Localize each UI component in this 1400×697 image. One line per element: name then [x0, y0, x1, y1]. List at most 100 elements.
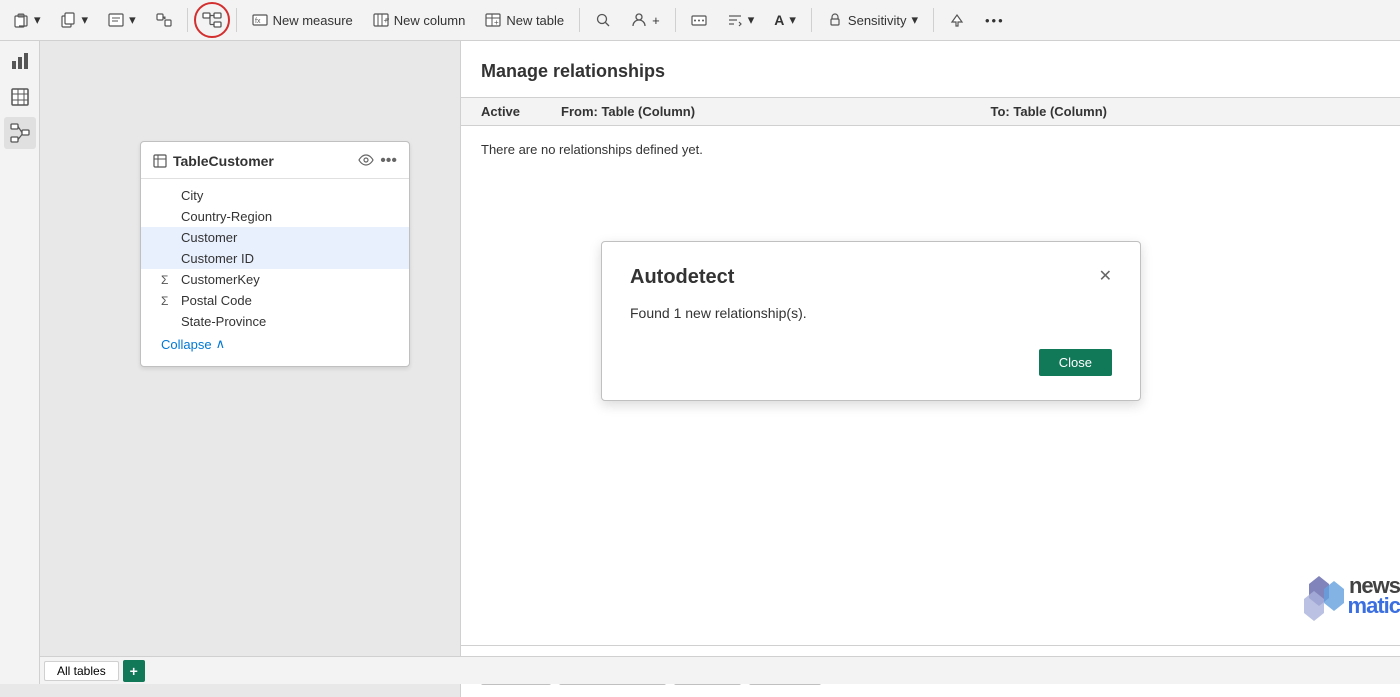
search-user-icon [595, 12, 611, 28]
eye-icon [358, 154, 374, 166]
relationships-button[interactable] [198, 6, 226, 34]
autodetect-message: Found 1 new relationship(s). [630, 305, 1112, 321]
table-name: TableCustomer [173, 153, 274, 169]
bottom-bar: All tables + [40, 656, 1400, 684]
paste-arrow: ▾ [34, 12, 41, 28]
watermark-logo [1284, 566, 1344, 626]
main-canvas: TableCustomer ••• City Country-Region [40, 41, 1400, 656]
field-country-label: Country-Region [181, 209, 272, 224]
format-icon [108, 12, 124, 28]
font-size-button[interactable]: A ▾ [765, 4, 805, 36]
toolbar-group-left: ▾ ▾ ▾ [4, 4, 181, 36]
autodetect-close-button[interactable]: ✕ [1099, 266, 1112, 286]
tab-add-button[interactable]: + [123, 660, 145, 682]
field-postal-code: Σ Postal Code [141, 290, 409, 311]
dialog-empty-message: There are no relationships defined yet. [461, 126, 1400, 173]
copy-icon [61, 12, 77, 28]
new-column-label: New column [394, 13, 466, 28]
user-button[interactable]: + [622, 4, 669, 36]
sep2 [236, 8, 237, 32]
relationships-icon [202, 10, 222, 30]
copy-button[interactable]: ▾ [52, 4, 98, 36]
sep6 [933, 8, 934, 32]
more-button[interactable]: ••• [976, 4, 1014, 36]
new-table-button[interactable]: + New table [476, 4, 573, 36]
field-postal-code-label: Postal Code [181, 293, 252, 308]
publish-icon [949, 12, 965, 28]
sidebar-item-chart[interactable] [4, 45, 36, 77]
transform-button[interactable] [147, 4, 181, 36]
svg-text:fx: fx [255, 18, 261, 25]
new-column-button[interactable]: + New column [364, 4, 475, 36]
svg-text:+: + [494, 18, 499, 27]
more-icon: ••• [985, 13, 1005, 28]
collapse-icon: ∧ [216, 336, 226, 352]
sensitivity-label: Sensitivity [848, 13, 907, 28]
sep4 [675, 8, 676, 32]
table-customer-card: TableCustomer ••• City Country-Region [140, 141, 410, 367]
autodetect-title: Autodetect [630, 266, 734, 289]
autodetect-dialog: Autodetect ✕ Found 1 new relationship(s)… [601, 241, 1141, 401]
sort-arrow: ▾ [748, 12, 755, 28]
sort-button[interactable]: ▾ [718, 4, 764, 36]
new-column-icon: + [373, 12, 389, 28]
paste-icon [13, 12, 29, 28]
user-icon [631, 12, 647, 28]
font-size-arrow: ▾ [789, 12, 796, 28]
field-customerkey-icon: Σ [161, 273, 175, 287]
table-eye-button[interactable] [358, 154, 374, 169]
autodetect-close-action-button[interactable]: Close [1039, 349, 1112, 376]
col-active: Active [481, 104, 561, 119]
font-size-label: A [774, 12, 784, 28]
new-measure-label: New measure [273, 13, 353, 28]
dialog-title: Manage relationships [481, 61, 665, 82]
svg-text:+: + [383, 16, 388, 25]
tab-all-tables[interactable]: All tables [44, 661, 119, 681]
sidebar-item-model[interactable] [4, 117, 36, 149]
table-icon [153, 154, 167, 168]
sensitivity-button[interactable]: Sensitivity ▾ [818, 4, 927, 36]
table-card-header: TableCustomer ••• [141, 142, 409, 179]
transform-icon [156, 12, 172, 28]
export-button[interactable] [682, 4, 716, 36]
field-city-label: City [181, 188, 203, 203]
sep3 [579, 8, 580, 32]
table-card-title: TableCustomer [153, 153, 274, 169]
sidebar [0, 41, 40, 684]
publish-button[interactable] [940, 4, 974, 36]
field-country: Country-Region [141, 206, 409, 227]
dialog-table-header: Active From: Table (Column) To: Table (C… [461, 97, 1400, 126]
field-state-label: State-Province [181, 314, 266, 329]
user-add-icon: + [652, 13, 660, 28]
collapse-label: Collapse [161, 337, 212, 352]
col-to: To: Table (Column) [991, 104, 1400, 119]
new-table-icon: + [485, 12, 501, 28]
paste-button[interactable]: ▾ [4, 4, 50, 36]
field-customer: Customer [141, 227, 409, 248]
search-user-button[interactable] [586, 4, 620, 36]
new-measure-button[interactable]: fx New measure [243, 4, 362, 36]
field-postal-code-icon: Σ [161, 294, 175, 308]
format-button[interactable]: ▾ [99, 4, 145, 36]
sensitivity-arrow: ▾ [911, 12, 918, 28]
format-arrow: ▾ [129, 12, 136, 28]
relationships-highlighted [194, 2, 230, 38]
tab-all-tables-label: All tables [57, 664, 106, 678]
table-more-button[interactable]: ••• [380, 152, 397, 170]
field-customer-label: Customer [181, 230, 237, 245]
new-table-label: New table [506, 13, 564, 28]
export-icon [691, 12, 707, 28]
field-customerkey: Σ CustomerKey [141, 269, 409, 290]
watermark: news matic [1200, 536, 1400, 656]
new-measure-icon: fx [252, 12, 268, 28]
sidebar-item-table[interactable] [4, 81, 36, 113]
field-city: City [141, 185, 409, 206]
table-card-actions: ••• [358, 152, 397, 170]
collapse-button[interactable]: Collapse ∧ [141, 332, 409, 360]
sort-icon [727, 12, 743, 28]
field-customer-id-label: Customer ID [181, 251, 254, 266]
tab-add-icon: + [130, 663, 138, 679]
col-from: From: Table (Column) [561, 104, 991, 119]
toolbar: ▾ ▾ ▾ [0, 0, 1400, 41]
sep5 [811, 8, 812, 32]
